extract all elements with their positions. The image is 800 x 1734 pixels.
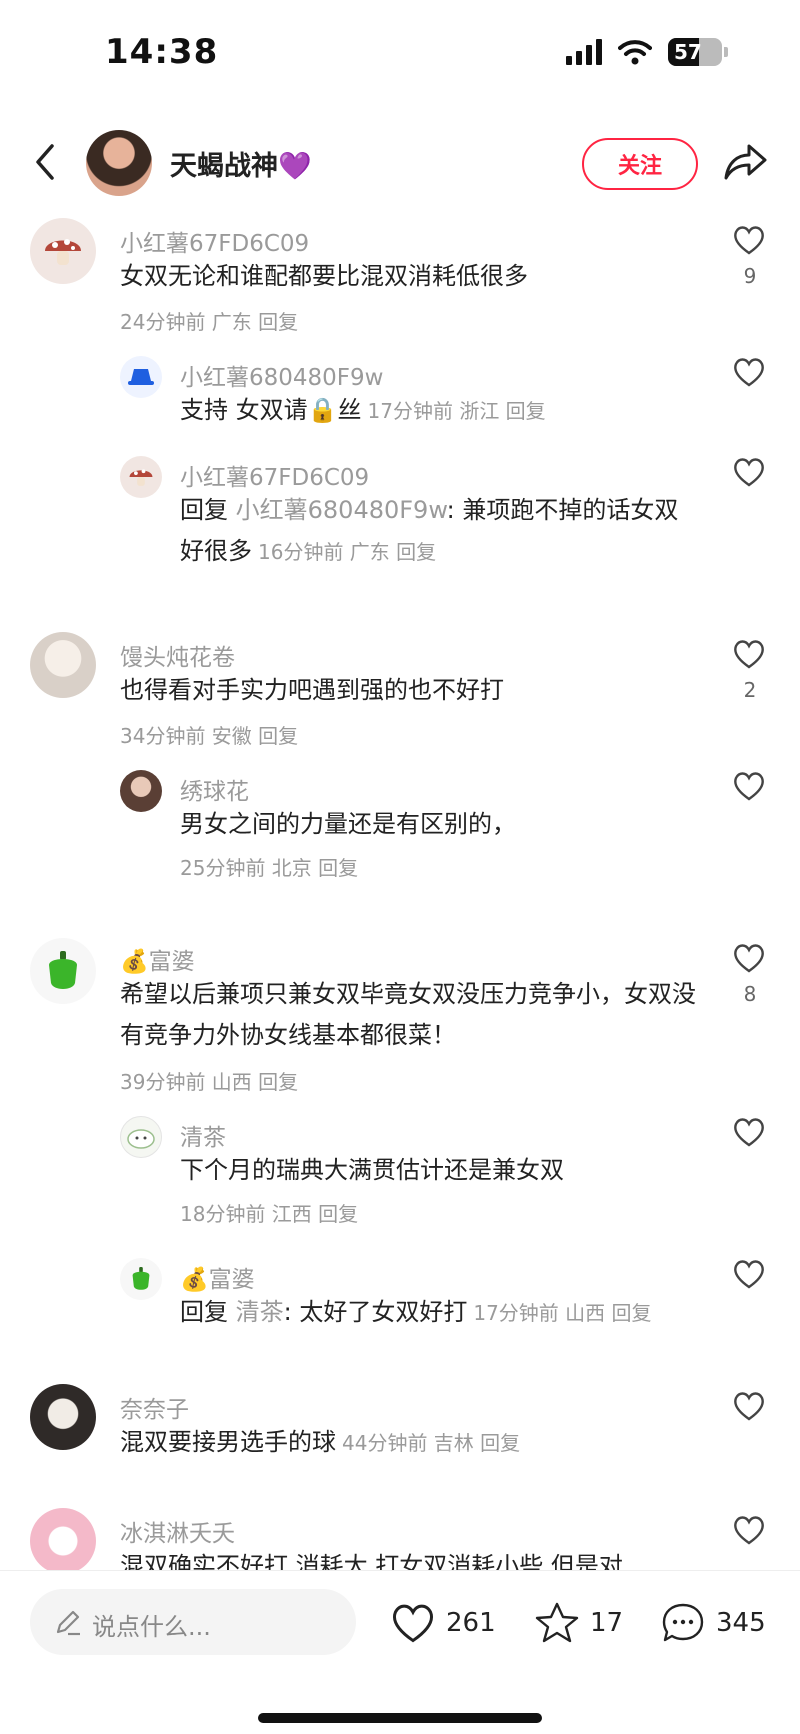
heart-icon[interactable] [732,456,766,488]
commenter-avatar[interactable] [120,770,162,812]
comment-text: 女双无论和谁配都要比混双消耗低很多 [120,262,528,290]
reply-meta: 18分钟前 江西 回复 [180,1202,359,1226]
comment-list: 小红薯67FD6C09 女双无论和谁配都要比混双消耗低很多 24分钟前 广东 回… [0,210,800,1570]
comment-bubble-icon [662,1603,704,1642]
heart-icon [393,1604,433,1643]
heart-icon[interactable] [732,942,766,974]
heart-icon[interactable] [732,1116,766,1148]
home-indicator[interactable] [258,1713,542,1723]
heart-icon[interactable] [732,224,766,256]
like-button[interactable]: 261 [390,1601,496,1645]
back-arrow-icon[interactable] [30,142,60,182]
author-avatar[interactable] [86,130,152,196]
like-count: 2 [743,678,757,702]
follow-button[interactable]: 关注 [582,138,698,190]
comment-text: 希望以后兼项只兼女双毕竟女双没压力竞争小，女双没有竞争力外协女线基本都很菜！ [120,980,696,1049]
comment-meta: 24分钟前 广东 回复 [120,310,299,334]
like-count: 9 [743,264,757,288]
reply-text: 男女之间的力量还是有区别的， [180,810,516,838]
reply-username[interactable]: 绣球花 [180,772,249,806]
pepper-icon[interactable] [30,938,96,1004]
comment-username[interactable]: 💰富婆 [120,942,195,976]
heart-icon[interactable] [732,770,766,802]
commenter-avatar[interactable] [30,1384,96,1450]
share-icon[interactable] [722,138,768,184]
comment-input[interactable]: 说点什么... [30,1589,356,1655]
comment-text: 也得看对手实力吧遇到强的也不好打 [120,676,504,704]
comment-meta: 44分钟前 吉林 回复 [342,1431,521,1455]
like-count: 8 [743,982,757,1006]
comment-username[interactable]: 奈奈子 [120,1390,189,1424]
comment-meta: 39分钟前 山西 回复 [120,1070,299,1094]
quoted-username[interactable]: 清茶 [236,1298,284,1326]
reply-text: 回复 清茶: 太好了女双好打 17分钟前 山西 回复 [180,1298,652,1326]
mushroom-icon[interactable] [120,456,162,498]
heart-icon[interactable] [732,1390,766,1422]
comment-count: 345 [716,1608,766,1638]
commenter-avatar[interactable] [30,632,96,698]
reply-username[interactable]: 💰富婆 [180,1260,255,1294]
post-header: 天蝎战神💜 关注 [0,118,800,208]
status-icons: 57 [566,38,728,66]
bottom-action-bar: 说点什么... 261 17 345 [0,1570,800,1734]
comment-button[interactable]: 345 [660,1601,766,1645]
heart-icon[interactable] [732,638,766,670]
collect-count: 17 [590,1608,624,1638]
star-icon [535,1602,579,1643]
heart-icon[interactable] [732,1258,766,1290]
status-bar: 14:38 57 [0,0,800,110]
commenter-avatar[interactable] [30,1508,96,1570]
collect-button[interactable]: 17 [534,1601,623,1645]
comment-username[interactable]: 馒头炖花卷 [120,638,235,672]
reply-username[interactable]: 清茶 [180,1118,226,1152]
bucket-hat-icon[interactable] [120,356,162,398]
reply-username[interactable]: 小红薯67FD6C09 [180,458,369,492]
reply-meta: 17分钟前 浙江 回复 [367,399,546,423]
comment-username[interactable]: 小红薯67FD6C09 [120,224,309,258]
like-count: 261 [446,1608,496,1638]
reply-username[interactable]: 小红薯680480F9w [180,358,383,392]
reply-text: 下个月的瑞典大满贯估计还是兼女双 [180,1156,564,1184]
wifi-icon [618,40,652,65]
reply-text: 支持 女双请🔒丝 17分钟前 浙江 回复 [180,396,546,424]
author-name[interactable]: 天蝎战神💜 [170,144,312,183]
status-time: 14:38 [105,32,219,72]
comment-username[interactable]: 冰淇淋夭夭 [120,1514,235,1548]
signal-icon [566,39,602,65]
pencil-icon [56,1610,80,1636]
comment-meta: 34分钟前 安徽 回复 [120,724,299,748]
reply-text: 回复 小红薯680480F9w: 兼项跑不掉的话女双好很多 16分钟前 广东 回复 [180,496,679,565]
battery-icon: 57 [668,38,722,66]
mushroom-icon[interactable] [30,218,96,284]
comment-text: 混双确实不好打 消耗大 打女双消耗小些 但是对 [120,1552,623,1570]
comment-text: 混双要接男选手的球 44分钟前 吉林 回复 [120,1428,521,1456]
reply-meta: 17分钟前 山西 回复 [473,1301,652,1325]
commenter-avatar[interactable] [120,1116,162,1158]
reply-meta: 25分钟前 北京 回复 [180,856,359,880]
quoted-username[interactable]: 小红薯680480F9w [236,496,447,524]
heart-icon[interactable] [732,1514,766,1546]
heart-icon[interactable] [732,356,766,388]
pepper-icon[interactable] [120,1258,162,1300]
reply-meta: 16分钟前 广东 回复 [258,540,437,564]
battery-level: 57 [674,40,702,64]
comment-input-placeholder: 说点什么... [92,1613,211,1641]
